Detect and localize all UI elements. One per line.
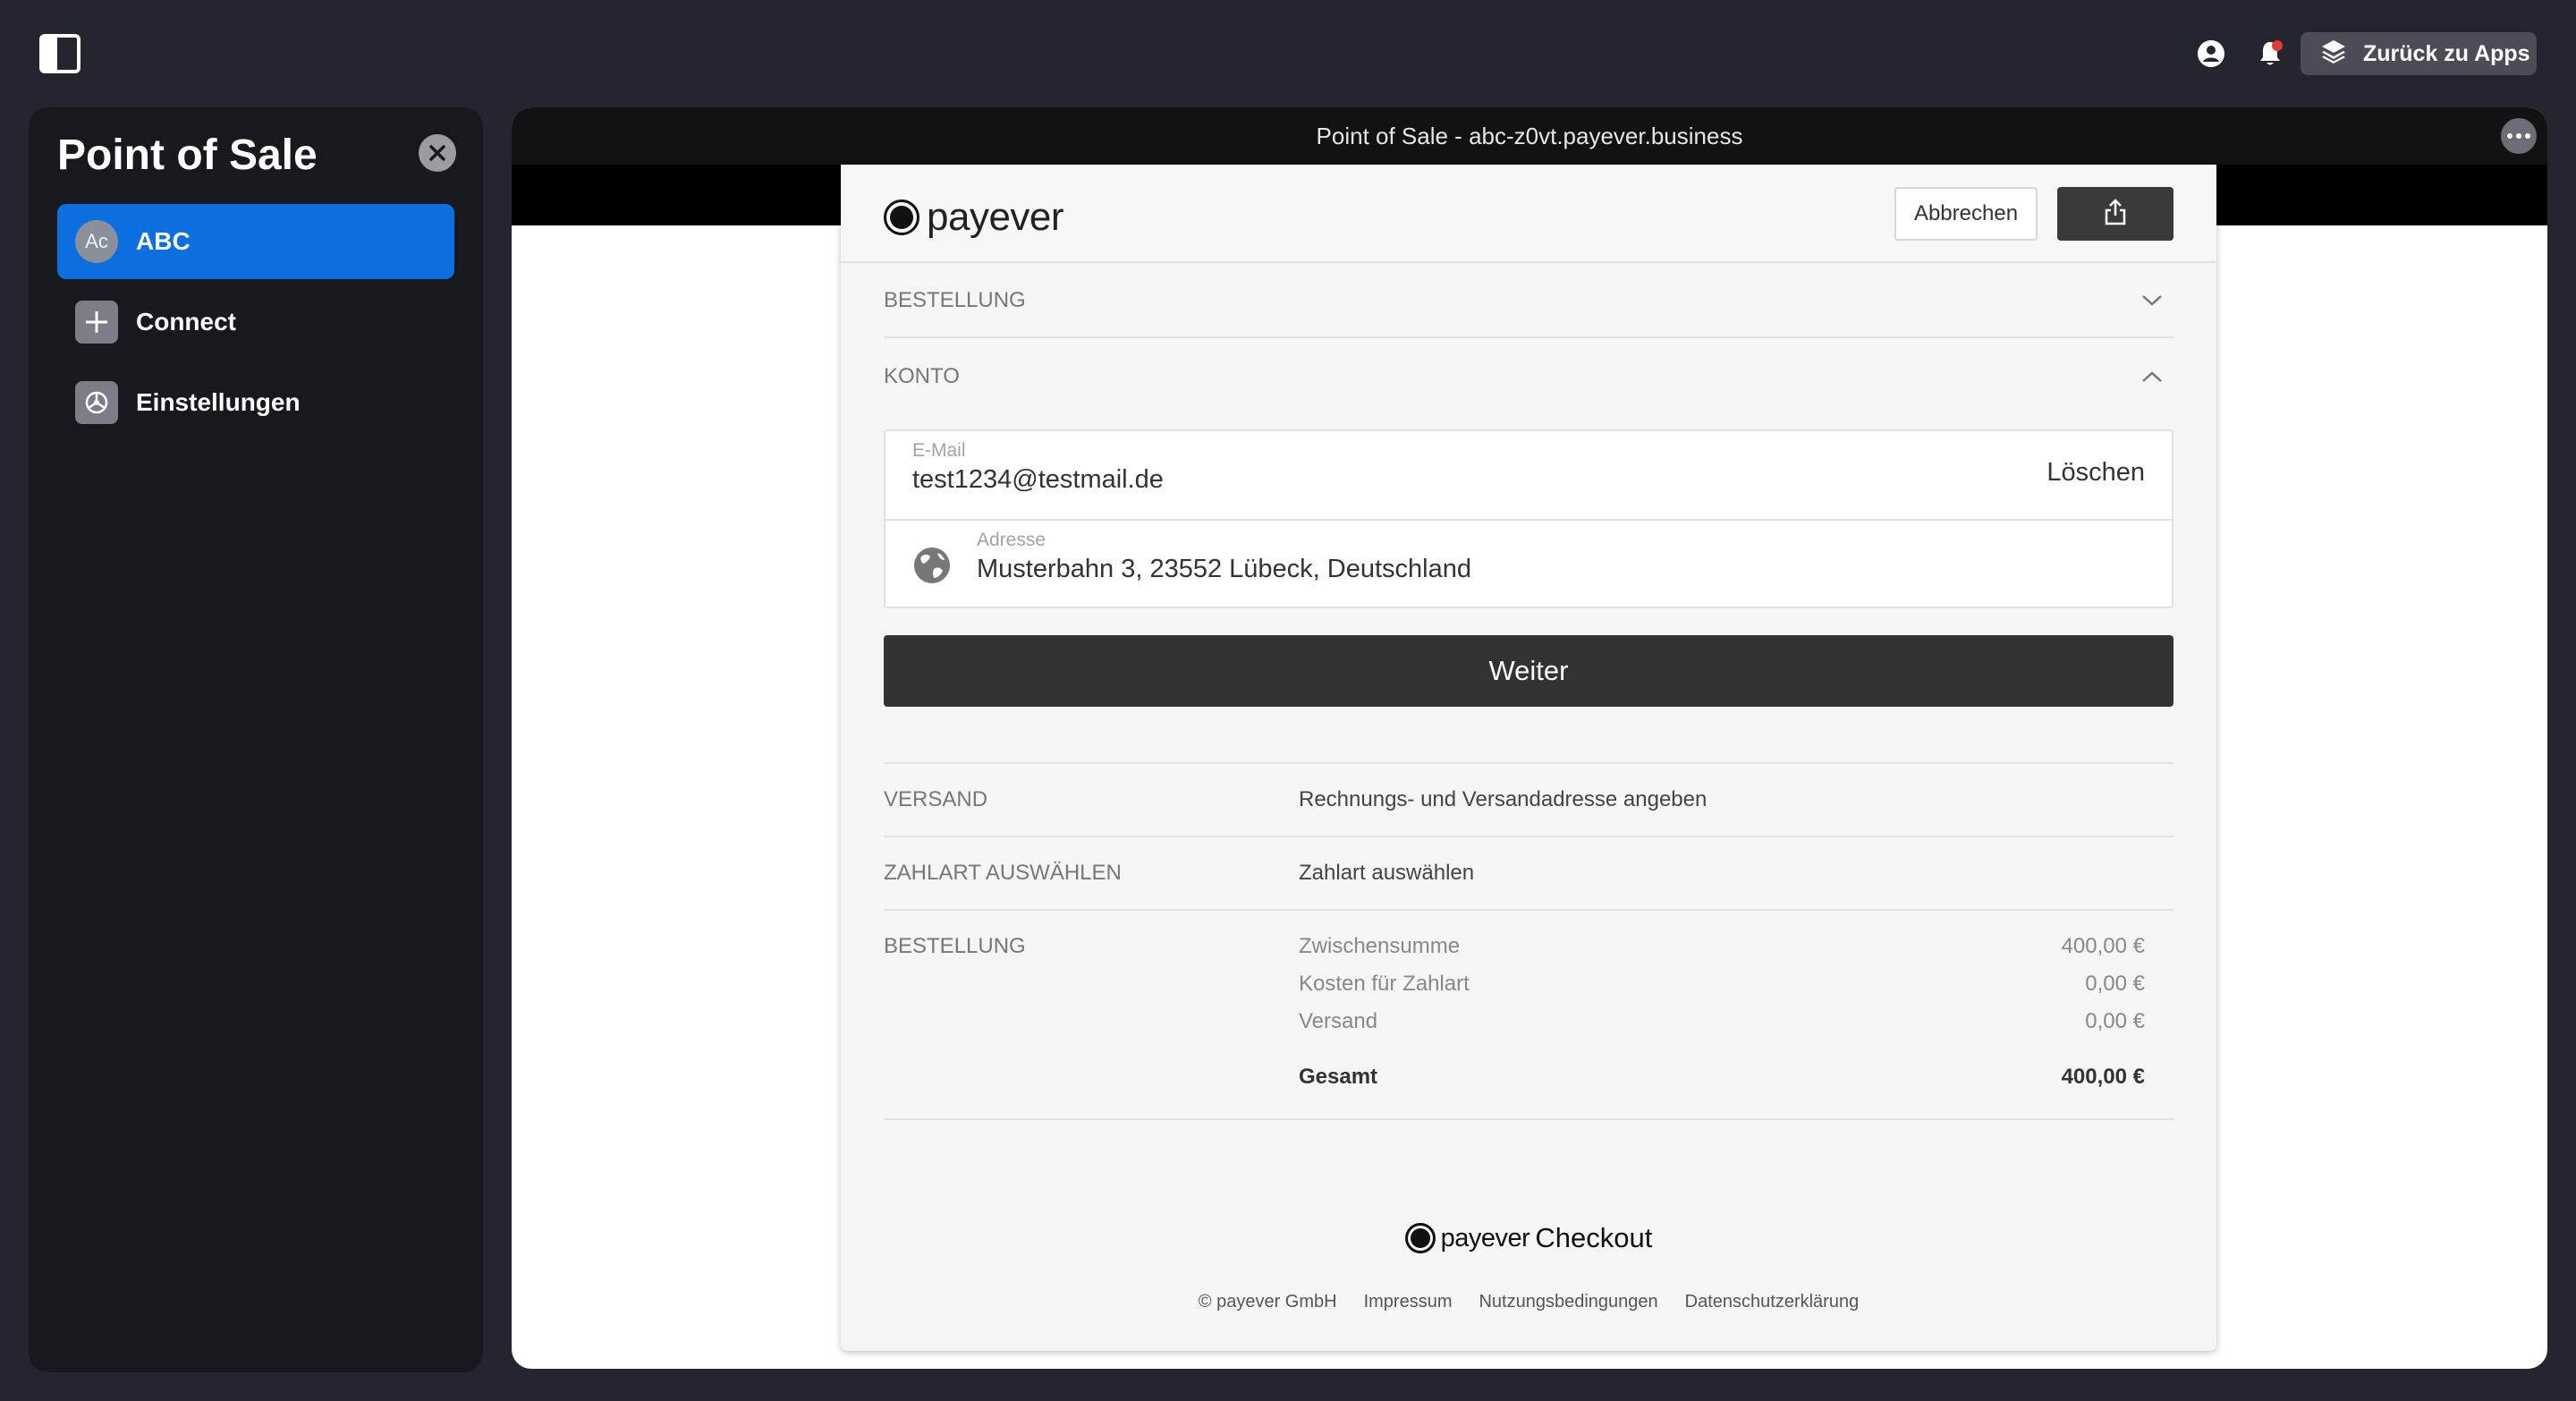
checkout-card: payever Abbrechen BESTELLUNG KONTO E-Mai… [841,165,2216,1351]
subtotal-label: Zwischensumme [1299,934,1461,958]
footer-brand: payever Checkout [841,1222,2216,1254]
shipping-cost-line: Versand 0,00 € [1299,1009,2145,1034]
panel-title: Point of Sale [57,132,318,179]
next-button[interactable]: Weiter [884,635,2174,707]
payever-logo-icon [884,200,919,235]
chevron-down-icon [2141,290,2163,311]
payment-cost-line: Kosten für Zahlart 0,00 € [1299,972,2145,997]
sidebar-item-label: Einstellungen [136,388,301,416]
chevron-up-icon [2141,366,2163,387]
cancel-button[interactable]: Abbrechen [1894,187,2038,241]
back-to-apps-button[interactable]: Zurück zu Apps [2301,32,2537,75]
top-bar: Zurück zu Apps [0,0,2576,107]
payment-cost-value: 0,00 € [2085,972,2145,996]
footer-product-name: Checkout [1535,1222,1653,1253]
sidebar-item-einstellungen[interactable]: Einstellungen [57,365,454,440]
avatar: Ac [75,220,118,263]
footer-links: © payever GmbH Impressum Nutzungsbedingu… [841,1292,2216,1312]
email-value: test1234@testmail.de [912,465,1164,494]
section-account-label: KONTO [884,364,960,388]
email-field[interactable]: E-Mail test1234@testmail.de [912,440,1164,495]
sidebar-item-label: Connect [136,308,236,335]
summary-label: BESTELLUNG [884,934,1026,958]
footer-link-privacy[interactable]: Datenschutzerklärung [1685,1292,1860,1312]
settings-icon [75,381,118,424]
order-summary: BESTELLUNG Zwischensumme 400,00 € Kosten… [884,909,2174,1120]
email-label: E-Mail [912,440,966,461]
address-field[interactable]: Adresse Musterbahn 3, 23552 Lübeck, Deut… [977,530,1471,584]
payever-logo-icon [1404,1223,1436,1253]
layers-icon [2320,38,2347,71]
share-button[interactable] [2057,187,2174,241]
footer-link-impressum[interactable]: Impressum [1364,1292,1453,1312]
sidebar-item-abc[interactable]: Ac ABC [57,204,454,279]
app-sidebar: Point of Sale Ac ABC Connect Einstellung… [29,107,483,1372]
shipping-label: VERSAND [884,787,988,811]
section-order[interactable]: BESTELLUNG [884,265,2174,338]
globe-icon [912,546,952,585]
section-account[interactable]: KONTO [884,340,2174,413]
payment-label: ZAHLART AUSWÄHLEN [884,861,1122,885]
notification-icon[interactable] [2252,36,2288,72]
delete-button[interactable]: Löschen [2046,458,2145,488]
payment-value: Zahlart auswählen [1299,861,1475,885]
total-label: Gesamt [1299,1065,1378,1089]
checkout-header: payever Abbrechen [841,165,2216,263]
sidebar-item-connect[interactable]: Connect [57,284,454,360]
divider [886,519,2172,521]
share-icon [2103,198,2128,231]
payever-logo: payever [884,195,1064,240]
shipping-cost-value: 0,00 € [2085,1009,2145,1033]
section-order-label: BESTELLUNG [884,288,1026,312]
subtotal-line: Zwischensumme 400,00 € [1299,934,2145,959]
sidebar-pane [43,38,57,70]
close-icon[interactable] [419,134,456,172]
plus-icon [75,301,118,344]
total-value: 400,00 € [2061,1065,2145,1089]
shipping-cost-label: Versand [1299,1009,1378,1033]
total-line: Gesamt 400,00 € [1299,1065,2145,1090]
account-box: E-Mail test1234@testmail.de Löschen Adre… [884,429,2174,608]
subtotal-value: 400,00 € [2061,934,2145,958]
browser-title: Point of Sale - abc-z0vt.payever.busines… [1316,122,1743,149]
address-label: Adresse [977,530,1046,550]
logo-text: payever [927,195,1064,239]
footer-brand-name: payever [1440,1223,1530,1252]
payment-cost-label: Kosten für Zahlart [1299,972,1470,996]
back-to-apps-label: Zurück zu Apps [2363,40,2530,66]
browser-titlebar: Point of Sale - abc-z0vt.payever.busines… [512,107,2547,165]
footer-link-terms[interactable]: Nutzungsbedingungen [1479,1292,1657,1312]
footer-copyright: © payever GmbH [1198,1292,1337,1312]
sidebar-toggle-icon[interactable] [39,34,80,73]
sidebar-item-label: ABC [136,227,191,255]
browser-window: Point of Sale - abc-z0vt.payever.busines… [512,107,2547,1369]
shipping-value: Rechnungs- und Versandadresse angeben [1299,787,1707,811]
section-payment[interactable]: ZAHLART AUSWÄHLEN Zahlart auswählen [884,836,2174,909]
more-icon[interactable] [2501,118,2537,154]
account-icon[interactable] [2193,36,2229,72]
section-shipping[interactable]: VERSAND Rechnungs- und Versandadresse an… [884,762,2174,836]
address-value: Musterbahn 3, 23552 Lübeck, Deutschland [977,555,1471,583]
